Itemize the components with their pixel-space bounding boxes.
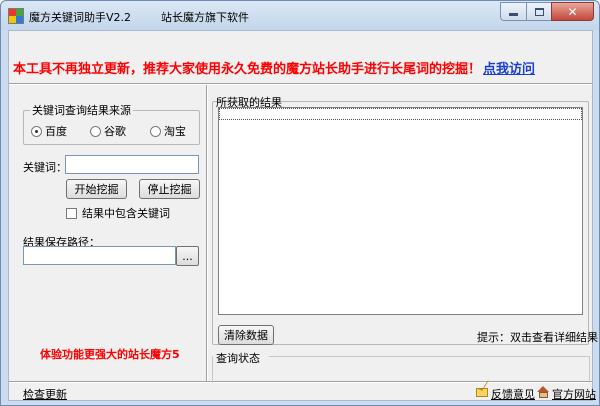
query-status-title: 查询状态 <box>216 352 260 365</box>
notice-text: 本工具不再独立更新，推荐大家使用永久免费的魔方站长助手进行长尾词的挖掘！ <box>13 62 482 77</box>
minimize-button[interactable] <box>500 2 526 21</box>
include-keyword-label: 结果中包含关键词 <box>82 207 170 220</box>
radio-google-indicator <box>90 125 101 137</box>
app-logo-icon <box>8 8 24 24</box>
radio-taobao[interactable]: 淘宝 <box>150 123 186 139</box>
radio-baidu-label: 百度 <box>45 125 67 138</box>
client-area: 本工具不再独立更新，推荐大家使用永久免费的魔方站长助手进行长尾词的挖掘！ 点我访问… <box>8 30 598 402</box>
stop-mining-button[interactable]: 停止挖掘 <box>139 179 200 199</box>
keyword-label: 关键词： <box>23 161 67 174</box>
query-status-border-right <box>589 356 590 383</box>
radio-google-label: 谷歌 <box>104 125 126 138</box>
close-icon: ✕ <box>567 4 578 19</box>
clear-data-button[interactable]: 清除数据 <box>218 325 274 345</box>
radio-baidu-indicator <box>31 125 42 137</box>
maximize-icon <box>534 7 544 16</box>
results-hint: 提示：双击查看详细结果 <box>477 331 598 344</box>
source-group-title: 关键词查询结果来源 <box>30 102 133 118</box>
save-path-input[interactable] <box>23 246 176 265</box>
maximize-button[interactable] <box>526 2 551 21</box>
radio-taobao-indicator <box>150 125 161 137</box>
query-status-line <box>269 356 589 357</box>
include-keyword-checkbox[interactable]: 结果中包含关键词 <box>66 205 170 221</box>
radio-baidu[interactable]: 百度 <box>31 123 67 139</box>
include-keyword-checkbox-box <box>66 207 77 219</box>
start-mining-button[interactable]: 开始挖掘 <box>66 179 127 199</box>
website-link[interactable]: 官方网站 <box>552 386 596 402</box>
mail-icon <box>476 388 488 397</box>
home-icon <box>537 386 550 398</box>
keyword-input[interactable] <box>65 155 199 174</box>
minimize-icon <box>509 13 518 16</box>
promo-text: 体验功能更强大的站长魔方5 <box>40 348 180 361</box>
radio-taobao-label: 淘宝 <box>164 125 186 138</box>
close-button[interactable]: ✕ <box>551 2 594 21</box>
top-divider <box>9 83 592 85</box>
notice-visit-link[interactable]: 点我访问 <box>483 62 535 77</box>
query-status-border-left <box>212 356 213 383</box>
browse-button[interactable]: ... <box>176 246 199 266</box>
notice-banner: 本工具不再独立更新，推荐大家使用永久免费的魔方站长助手进行长尾词的挖掘！ 点我访问 <box>13 58 535 77</box>
app-window: 魔方关键词助手V2.2 站长魔方旗下软件 ✕ 本工具不再独立更新，推荐大家使用永… <box>0 0 600 406</box>
title-bar[interactable]: 魔方关键词助手V2.2 站长魔方旗下软件 ✕ <box>1 1 599 30</box>
feedback-link[interactable]: 反馈意见 <box>491 386 535 402</box>
panel-divider <box>206 85 208 381</box>
window-controls: ✕ <box>500 2 594 21</box>
results-focus-row <box>219 108 582 120</box>
window-subtitle: 站长魔方旗下软件 <box>161 11 249 24</box>
results-list[interactable] <box>218 107 583 315</box>
radio-google[interactable]: 谷歌 <box>90 123 126 139</box>
bottom-divider <box>9 381 592 383</box>
window-title: 魔方关键词助手V2.2 <box>29 11 132 24</box>
check-update-link[interactable]: 检查更新 <box>23 386 67 402</box>
